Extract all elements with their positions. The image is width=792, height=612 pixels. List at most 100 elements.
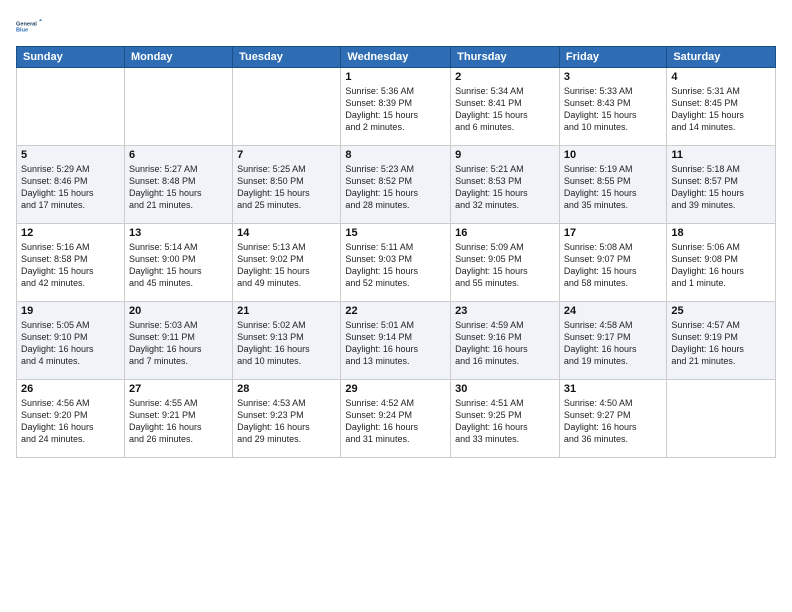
calendar-day-cell: 17 Sunrise: 5:08 AM Sunset: 9:07 PM Dayli… [559, 224, 666, 302]
calendar-day-cell [124, 68, 232, 146]
day-info: Sunrise: 5:27 AM Sunset: 8:48 PM Dayligh… [129, 163, 228, 212]
day-info: Sunrise: 4:57 AM Sunset: 9:19 PM Dayligh… [671, 319, 771, 368]
day-info: Sunrise: 5:06 AM Sunset: 9:08 PM Dayligh… [671, 241, 771, 290]
calendar-day-cell: 31 Sunrise: 4:50 AM Sunset: 9:27 PM Dayli… [559, 380, 666, 458]
calendar-page: GeneralBlue SundayMondayTuesdayWednesday… [0, 0, 792, 470]
day-info: Sunrise: 4:56 AM Sunset: 9:20 PM Dayligh… [21, 397, 120, 446]
day-number: 17 [564, 227, 662, 239]
day-number: 25 [671, 305, 771, 317]
calendar-day-cell: 2 Sunrise: 5:34 AM Sunset: 8:41 PM Daylig… [451, 68, 560, 146]
calendar-day-cell: 30Sunrise: 4:51 AM Sunset: 9:25 PM Dayli… [451, 380, 560, 458]
day-number: 2 [455, 71, 555, 83]
calendar-day-cell: 3Sunrise: 5:33 AM Sunset: 8:43 PM Daylig… [559, 68, 666, 146]
day-number: 30 [455, 383, 555, 395]
svg-text:General: General [16, 21, 37, 27]
day-number: 1 [345, 71, 446, 83]
day-number: 10 [564, 149, 662, 161]
day-info: Sunrise: 5:31 AM Sunset: 8:45 PM Dayligh… [671, 85, 771, 134]
calendar-day-cell: 22 Sunrise: 5:01 AM Sunset: 9:14 PM Dayli… [341, 302, 451, 380]
day-number: 29 [345, 383, 446, 395]
day-info: Sunrise: 5:14 AM Sunset: 9:00 PM Dayligh… [129, 241, 228, 290]
day-number: 13 [129, 227, 228, 239]
calendar-header-row: SundayMondayTuesdayWednesdayThursdayFrid… [17, 47, 776, 68]
calendar-day-cell: 29 Sunrise: 4:52 AM Sunset: 9:24 PM Dayli… [341, 380, 451, 458]
day-info: Sunrise: 5:09 AM Sunset: 9:05 PM Dayligh… [455, 241, 555, 290]
day-number: 28 [237, 383, 336, 395]
day-number: 22 [345, 305, 446, 317]
day-info: Sunrise: 4:50 AM Sunset: 9:27 PM Dayligh… [564, 397, 662, 446]
day-info: Sunrise: 5:01 AM Sunset: 9:14 PM Dayligh… [345, 319, 446, 368]
calendar-table: SundayMondayTuesdayWednesdayThursdayFrid… [16, 46, 776, 458]
day-info: Sunrise: 5:18 AM Sunset: 8:57 PM Dayligh… [671, 163, 771, 212]
calendar-day-cell: 13 Sunrise: 5:14 AM Sunset: 9:00 PM Dayli… [124, 224, 232, 302]
day-info: Sunrise: 5:03 AM Sunset: 9:11 PM Dayligh… [129, 319, 228, 368]
day-number: 16 [455, 227, 555, 239]
calendar-week-row: 19 Sunrise: 5:05 AM Sunset: 9:10 PM Dayli… [17, 302, 776, 380]
day-number: 15 [345, 227, 446, 239]
calendar-day-cell: 19 Sunrise: 5:05 AM Sunset: 9:10 PM Dayli… [17, 302, 125, 380]
calendar-day-cell: 12Sunrise: 5:16 AM Sunset: 8:58 PM Dayli… [17, 224, 125, 302]
day-info: Sunrise: 5:29 AM Sunset: 8:46 PM Dayligh… [21, 163, 120, 212]
calendar-day-cell: 20 Sunrise: 5:03 AM Sunset: 9:11 PM Dayli… [124, 302, 232, 380]
day-number: 19 [21, 305, 120, 317]
day-number: 3 [564, 71, 662, 83]
day-info: Sunrise: 5:11 AM Sunset: 9:03 PM Dayligh… [345, 241, 446, 290]
day-info: Sunrise: 4:53 AM Sunset: 9:23 PM Dayligh… [237, 397, 336, 446]
day-of-week-header: Sunday [17, 47, 125, 68]
svg-text:Blue: Blue [16, 28, 28, 34]
day-info: Sunrise: 5:13 AM Sunset: 9:02 PM Dayligh… [237, 241, 336, 290]
calendar-day-cell: 11Sunrise: 5:18 AM Sunset: 8:57 PM Dayli… [667, 146, 776, 224]
calendar-day-cell: 7 Sunrise: 5:25 AM Sunset: 8:50 PM Daylig… [233, 146, 341, 224]
day-number: 20 [129, 305, 228, 317]
day-info: Sunrise: 4:55 AM Sunset: 9:21 PM Dayligh… [129, 397, 228, 446]
logo: GeneralBlue [16, 12, 46, 40]
calendar-week-row: 5 Sunrise: 5:29 AM Sunset: 8:46 PM Daylig… [17, 146, 776, 224]
day-of-week-header: Thursday [451, 47, 560, 68]
day-number: 26 [21, 383, 120, 395]
day-number: 7 [237, 149, 336, 161]
day-info: Sunrise: 4:58 AM Sunset: 9:17 PM Dayligh… [564, 319, 662, 368]
day-info: Sunrise: 5:25 AM Sunset: 8:50 PM Dayligh… [237, 163, 336, 212]
day-number: 6 [129, 149, 228, 161]
calendar-day-cell: 1 Sunrise: 5:36 AM Sunset: 8:39 PM Daylig… [341, 68, 451, 146]
day-info: Sunrise: 5:08 AM Sunset: 9:07 PM Dayligh… [564, 241, 662, 290]
day-info: Sunrise: 5:05 AM Sunset: 9:10 PM Dayligh… [21, 319, 120, 368]
day-info: Sunrise: 5:02 AM Sunset: 9:13 PM Dayligh… [237, 319, 336, 368]
calendar-week-row: 12Sunrise: 5:16 AM Sunset: 8:58 PM Dayli… [17, 224, 776, 302]
calendar-day-cell: 8Sunrise: 5:23 AM Sunset: 8:52 PM Daylig… [341, 146, 451, 224]
day-number: 5 [21, 149, 120, 161]
day-number: 14 [237, 227, 336, 239]
calendar-day-cell: 18 Sunrise: 5:06 AM Sunset: 9:08 PM Dayli… [667, 224, 776, 302]
calendar-day-cell: 9Sunrise: 5:21 AM Sunset: 8:53 PM Daylig… [451, 146, 560, 224]
day-number: 23 [455, 305, 555, 317]
day-number: 31 [564, 383, 662, 395]
day-info: Sunrise: 5:34 AM Sunset: 8:41 PM Dayligh… [455, 85, 555, 134]
day-info: Sunrise: 4:52 AM Sunset: 9:24 PM Dayligh… [345, 397, 446, 446]
logo-icon: GeneralBlue [16, 12, 44, 40]
calendar-day-cell: 6 Sunrise: 5:27 AM Sunset: 8:48 PM Daylig… [124, 146, 232, 224]
day-info: Sunrise: 5:36 AM Sunset: 8:39 PM Dayligh… [345, 85, 446, 134]
calendar-day-cell: 16 Sunrise: 5:09 AM Sunset: 9:05 PM Dayli… [451, 224, 560, 302]
calendar-day-cell [233, 68, 341, 146]
calendar-day-cell: 21Sunrise: 5:02 AM Sunset: 9:13 PM Dayli… [233, 302, 341, 380]
day-info: Sunrise: 5:19 AM Sunset: 8:55 PM Dayligh… [564, 163, 662, 212]
day-of-week-header: Saturday [667, 47, 776, 68]
calendar-body: 1 Sunrise: 5:36 AM Sunset: 8:39 PM Daylig… [17, 68, 776, 458]
calendar-day-cell: 23Sunrise: 4:59 AM Sunset: 9:16 PM Dayli… [451, 302, 560, 380]
day-of-week-header: Wednesday [341, 47, 451, 68]
day-info: Sunrise: 5:16 AM Sunset: 8:58 PM Dayligh… [21, 241, 120, 290]
calendar-week-row: 1 Sunrise: 5:36 AM Sunset: 8:39 PM Daylig… [17, 68, 776, 146]
day-number: 24 [564, 305, 662, 317]
calendar-day-cell: 15 Sunrise: 5:11 AM Sunset: 9:03 PM Dayli… [341, 224, 451, 302]
calendar-day-cell [667, 380, 776, 458]
calendar-day-cell [17, 68, 125, 146]
calendar-day-cell: 24 Sunrise: 4:58 AM Sunset: 9:17 PM Dayli… [559, 302, 666, 380]
day-number: 27 [129, 383, 228, 395]
calendar-day-cell: 10 Sunrise: 5:19 AM Sunset: 8:55 PM Dayli… [559, 146, 666, 224]
day-number: 4 [671, 71, 771, 83]
day-number: 18 [671, 227, 771, 239]
calendar-day-cell: 26 Sunrise: 4:56 AM Sunset: 9:20 PM Dayli… [17, 380, 125, 458]
calendar-day-cell: 14 Sunrise: 5:13 AM Sunset: 9:02 PM Dayli… [233, 224, 341, 302]
calendar-day-cell: 27 Sunrise: 4:55 AM Sunset: 9:21 PM Dayli… [124, 380, 232, 458]
day-info: Sunrise: 5:23 AM Sunset: 8:52 PM Dayligh… [345, 163, 446, 212]
